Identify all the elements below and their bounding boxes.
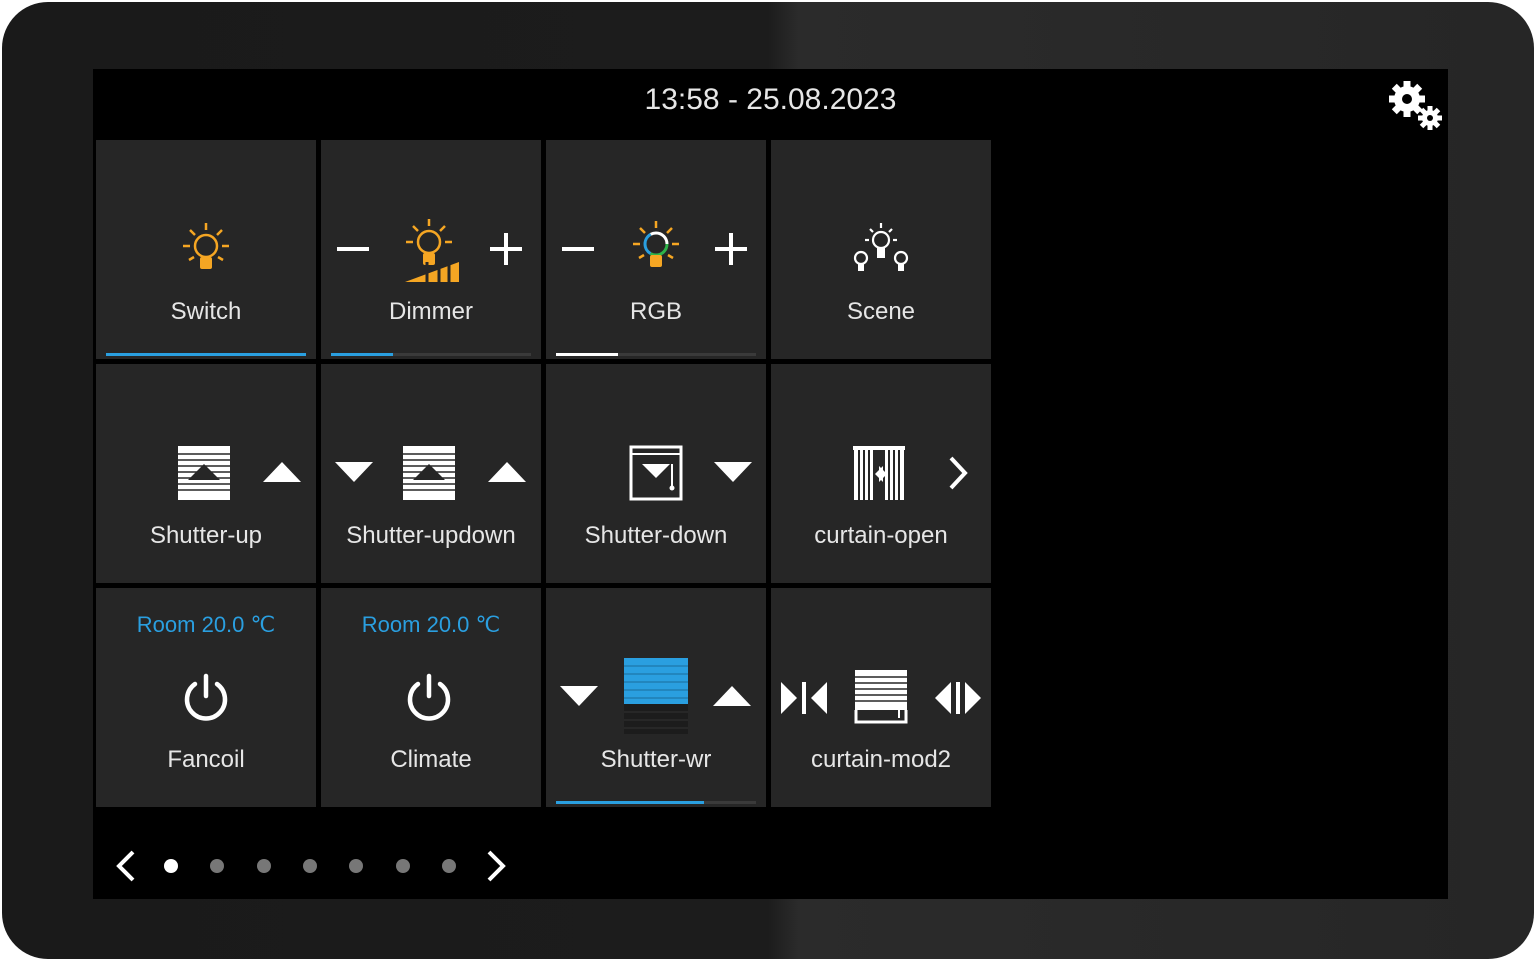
chevron-right-icon[interactable] bbox=[947, 454, 971, 492]
tile-label: Fancoil bbox=[167, 746, 245, 773]
tile-shutter-wr[interactable]: Shutter-wr bbox=[546, 588, 766, 807]
level-bar bbox=[556, 801, 756, 804]
shutter-down-icon bbox=[629, 445, 683, 501]
tile-fancoil[interactable]: Room 20.0 ℃ Fancoil bbox=[96, 588, 316, 807]
page-dot[interactable] bbox=[164, 859, 178, 873]
power-icon[interactable] bbox=[180, 672, 232, 724]
curtain-close-icon[interactable] bbox=[779, 680, 829, 716]
shutter-icon bbox=[178, 446, 230, 500]
tile-rgb[interactable]: RGB bbox=[546, 140, 766, 359]
tile-label: Climate bbox=[390, 746, 472, 773]
tile-shutter-up[interactable]: Shutter-up bbox=[96, 364, 316, 583]
room-temperature: Room 20.0 ℃ bbox=[361, 612, 501, 637]
minus-icon[interactable] bbox=[558, 234, 598, 264]
tile-curtain-mod2[interactable]: curtain-mod2 bbox=[771, 588, 991, 807]
tile-curtain-open[interactable]: curtain-open bbox=[771, 364, 991, 583]
tile-label: Shutter-down bbox=[584, 522, 728, 549]
screen: 13:58 - 25.08.2023 Switch Dimmer RGB Sce… bbox=[93, 69, 1448, 899]
page-dot[interactable] bbox=[210, 859, 225, 873]
level-bar bbox=[556, 353, 756, 356]
clock-datetime: 13:58 - 25.08.2023 bbox=[644, 83, 897, 116]
tile-label: Shutter-updown bbox=[346, 522, 516, 549]
tile-label: curtain-mod2 bbox=[810, 746, 952, 773]
arrow-up-icon[interactable] bbox=[486, 460, 528, 484]
tile-shutter-down[interactable]: Shutter-down bbox=[546, 364, 766, 583]
tile-label: RGB bbox=[629, 298, 682, 325]
curtain-icon bbox=[853, 446, 905, 500]
page-navigation bbox=[93, 839, 553, 889]
tile-climate[interactable]: Room 20.0 ℃ Climate bbox=[321, 588, 541, 807]
tile-label: Dimmer bbox=[389, 298, 473, 325]
shutter-icon bbox=[403, 446, 455, 500]
tile-scene[interactable]: Scene bbox=[771, 140, 991, 359]
curtain-open-icon[interactable] bbox=[933, 680, 983, 716]
arrow-up-icon[interactable] bbox=[711, 684, 753, 708]
dimmer-bulb-icon bbox=[405, 219, 459, 282]
tile-label: Switch bbox=[170, 298, 242, 325]
shutter-wr-icon bbox=[624, 658, 688, 734]
tile-shutter-updown[interactable]: Shutter-updown bbox=[321, 364, 541, 583]
page-dot[interactable] bbox=[395, 859, 410, 873]
power-icon[interactable] bbox=[403, 672, 455, 724]
bulb-icon bbox=[183, 223, 229, 269]
tile-label: Shutter-up bbox=[149, 522, 263, 549]
minus-icon[interactable] bbox=[333, 234, 373, 264]
tile-label: Scene bbox=[846, 298, 916, 325]
scene-icon bbox=[853, 223, 909, 271]
tile-label: curtain-open bbox=[814, 522, 948, 549]
chevron-right-icon[interactable] bbox=[485, 848, 509, 884]
page-dot[interactable] bbox=[349, 859, 364, 873]
chevron-left-icon[interactable] bbox=[113, 848, 137, 884]
curtain-mod-icon bbox=[854, 670, 908, 724]
arrow-down-icon[interactable] bbox=[333, 460, 375, 484]
plus-icon[interactable] bbox=[487, 230, 525, 268]
page-dot[interactable] bbox=[256, 859, 271, 873]
room-temperature: Room 20.0 ℃ bbox=[136, 612, 276, 637]
settings-gear-icon[interactable] bbox=[1385, 73, 1447, 133]
tile-label: Shutter-wr bbox=[600, 746, 712, 773]
page-dot[interactable] bbox=[302, 859, 317, 873]
tile-switch[interactable]: Switch bbox=[96, 140, 316, 359]
level-bar bbox=[106, 353, 306, 356]
arrow-down-icon[interactable] bbox=[712, 460, 754, 484]
plus-icon[interactable] bbox=[712, 230, 750, 268]
level-bar bbox=[331, 353, 531, 356]
arrow-down-icon[interactable] bbox=[558, 684, 600, 708]
device-frame: 13:58 - 25.08.2023 Switch Dimmer RGB Sce… bbox=[2, 2, 1534, 959]
tile-dimmer[interactable]: Dimmer bbox=[321, 140, 541, 359]
page-dot[interactable] bbox=[441, 859, 456, 873]
arrow-up-icon[interactable] bbox=[261, 460, 303, 484]
rgb-bulb-icon bbox=[633, 221, 679, 267]
